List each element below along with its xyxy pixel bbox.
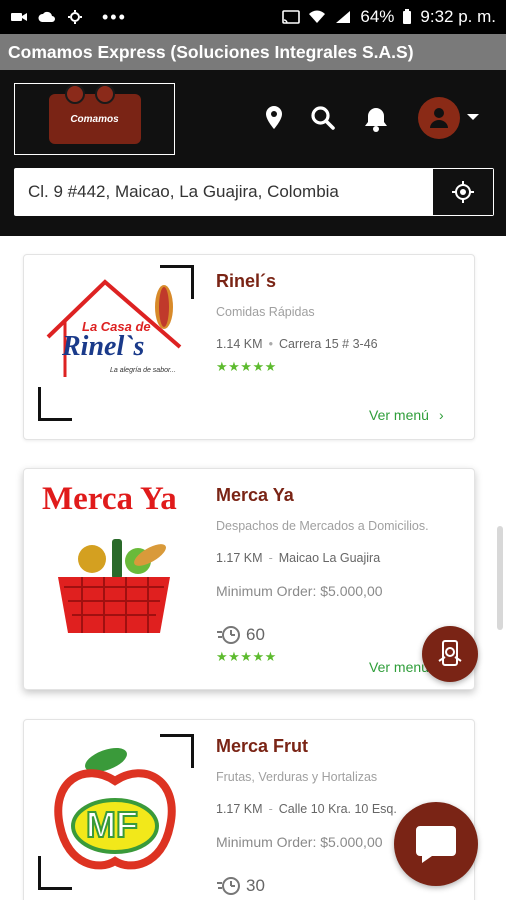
shopping-basket-icon (58, 539, 170, 633)
scrollbar[interactable] (497, 526, 503, 630)
store-distance-address: 1.14 KM • Carrera 15 # 3-46 (216, 337, 378, 351)
cast-icon (282, 10, 301, 24)
logo-ball-shape (64, 84, 85, 104)
store-card[interactable]: La Casa de Rinel`s La alegría de sabor..… (23, 254, 475, 440)
store-logo: Merca Ya (38, 481, 194, 646)
search-icon[interactable] (310, 105, 336, 131)
store-distance: 1.17 KM (216, 802, 263, 816)
clock: 9:32 p. m. (420, 7, 496, 26)
app-header: Comamos Cl. 9 #442, Maicao, La Guajira, … (0, 70, 506, 236)
delivery-address[interactable]: Cl. 9 #442, Maicao, La Guajira, Colombia (14, 182, 433, 202)
store-name[interactable]: Merca Frut (216, 736, 308, 757)
store-category: Frutas, Verduras y Hortalizas (216, 770, 378, 784)
store-distance-address: 1.17 KM - Maicao La Guajira (216, 551, 380, 565)
more-notifications-icon: ••• (102, 6, 127, 27)
battery-icon (403, 9, 412, 24)
separator-dot: - (268, 551, 273, 565)
cloud-icon (38, 11, 55, 22)
delivery-minutes: 30 (246, 876, 265, 895)
store-logo: MF (38, 734, 194, 890)
timer-icon (217, 877, 240, 895)
view-menu-label: Ver menú (369, 659, 429, 675)
notification-bell-icon[interactable] (362, 105, 390, 133)
phone-order-icon (438, 640, 462, 666)
chat-button[interactable] (394, 802, 478, 886)
logo-line2: Rinel`s (62, 331, 145, 362)
chat-bubble-icon (416, 826, 456, 863)
location-pin-icon[interactable] (264, 105, 284, 131)
brightness-icon (68, 10, 82, 24)
gps-crosshair-icon (452, 181, 474, 203)
separator-dot: • (268, 337, 273, 351)
chevron-down-icon[interactable] (467, 114, 479, 120)
delivery-time: 30 (216, 876, 265, 896)
store-distance: 1.17 KM (216, 551, 263, 565)
store-address: Carrera 15 # 3-46 (278, 337, 378, 351)
logo-line3: La alegría de sabor... (110, 367, 176, 374)
store-logo: La Casa de Rinel`s La alegría de sabor..… (38, 265, 194, 421)
store-card[interactable]: Merca Ya Merca Ya Despachos de Mercados … (23, 468, 475, 690)
signal-icon (336, 11, 351, 23)
address-bar[interactable]: Cl. 9 #442, Maicao, La Guajira, Colombia (14, 168, 494, 216)
minimum-order: Minimum Order: $5.000,00 (216, 583, 383, 599)
status-bar: ••• 64% 9:32 p. m. (0, 0, 506, 34)
logo-ball-shape (94, 84, 115, 104)
logo-text: Comamos (70, 113, 119, 125)
minimum-order: Minimum Order: $5.000,00 (216, 834, 383, 850)
app-title: Comamos Express (Soluciones Integrales S… (0, 34, 506, 70)
user-icon (430, 108, 448, 128)
delivery-time: 60 (216, 625, 265, 645)
logo-text: Merca Ya (42, 481, 177, 517)
separator-dot: - (268, 802, 273, 816)
delivery-minutes: 60 (246, 625, 265, 644)
timer-icon (217, 626, 240, 644)
store-address: Maicao La Guajira (278, 551, 381, 565)
view-menu-link[interactable]: Ver menú › (369, 407, 444, 423)
rating-stars: ★★★★★ (216, 649, 277, 664)
view-menu-label: Ver menú (369, 407, 429, 423)
phone-order-button[interactable] (422, 626, 478, 682)
wifi-icon (309, 10, 326, 23)
store-distance-address: 1.17 KM - Calle 10 Kra. 10 Esq. (216, 802, 397, 816)
video-camera-icon (11, 13, 27, 21)
store-distance: 1.14 KM (216, 337, 263, 351)
logo-text: MF (85, 803, 139, 846)
chevron-right-icon: › (438, 407, 444, 423)
battery-percent: 64% (360, 7, 395, 26)
store-name[interactable]: Merca Ya (216, 485, 294, 506)
store-address: Calle 10 Kra. 10 Esq. (278, 802, 397, 816)
user-avatar[interactable] (418, 97, 460, 139)
rating-stars: ★★★★★ (216, 359, 277, 374)
brand-logo[interactable]: Comamos (14, 83, 175, 155)
store-name[interactable]: Rinel´s (216, 271, 276, 292)
store-category: Comidas Rápidas (216, 305, 315, 319)
store-category: Despachos de Mercados a Domicilios. (216, 519, 429, 533)
locate-me-button[interactable] (433, 169, 493, 215)
logo-badge: Comamos (48, 84, 141, 144)
view-menu-link[interactable]: Ver menú (369, 659, 429, 675)
